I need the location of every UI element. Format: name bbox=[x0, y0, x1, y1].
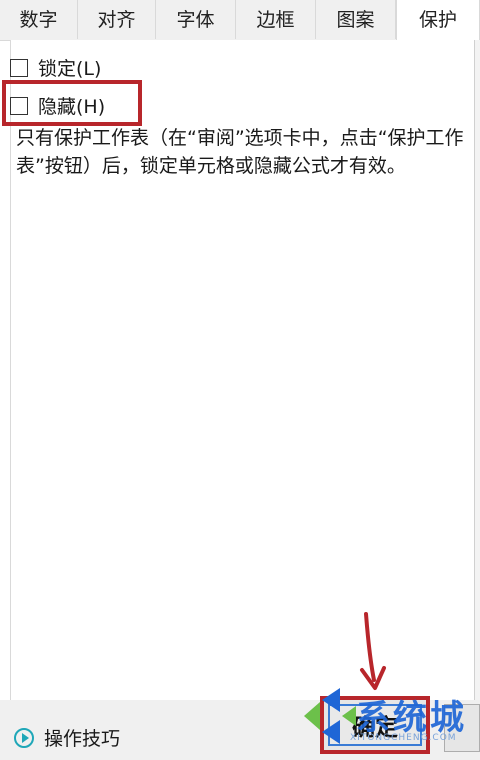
tips-link[interactable]: 操作技巧 bbox=[14, 724, 120, 751]
description-line-1: 只有保护工作表（在“审阅”选项卡中，点击“保护工作 bbox=[16, 127, 464, 149]
tab-border[interactable]: 边框 bbox=[236, 0, 316, 39]
tab-protection[interactable]: 保护 bbox=[396, 0, 480, 40]
tab-pattern[interactable]: 图案 bbox=[316, 0, 396, 39]
tips-label: 操作技巧 bbox=[44, 728, 121, 750]
locked-label: 锁定(L) bbox=[38, 58, 102, 80]
watermark-text: 系统城 bbox=[356, 698, 467, 738]
locked-option[interactable]: 锁定(L) bbox=[10, 54, 101, 81]
play-circle-icon bbox=[14, 727, 34, 748]
watermark-url: XITONGCHENG.COM bbox=[350, 733, 457, 743]
tab-number[interactable]: 数字 bbox=[0, 0, 78, 39]
protection-description: 只有保护工作表（在“审阅”选项卡中，点击“保护工作 表”按钮）后，锁定单元格或隐… bbox=[16, 124, 480, 180]
tab-alignment[interactable]: 对齐 bbox=[78, 0, 156, 39]
locked-checkbox[interactable] bbox=[10, 58, 28, 77]
tab-font[interactable]: 字体 bbox=[156, 0, 236, 39]
description-line-2: 表”按钮）后，锁定单元格或隐藏公式才有效。 bbox=[16, 155, 406, 177]
hidden-highlight-box bbox=[2, 80, 142, 126]
tab-strip: 数字 对齐 字体 边框 图案 保护 bbox=[0, 0, 480, 41]
